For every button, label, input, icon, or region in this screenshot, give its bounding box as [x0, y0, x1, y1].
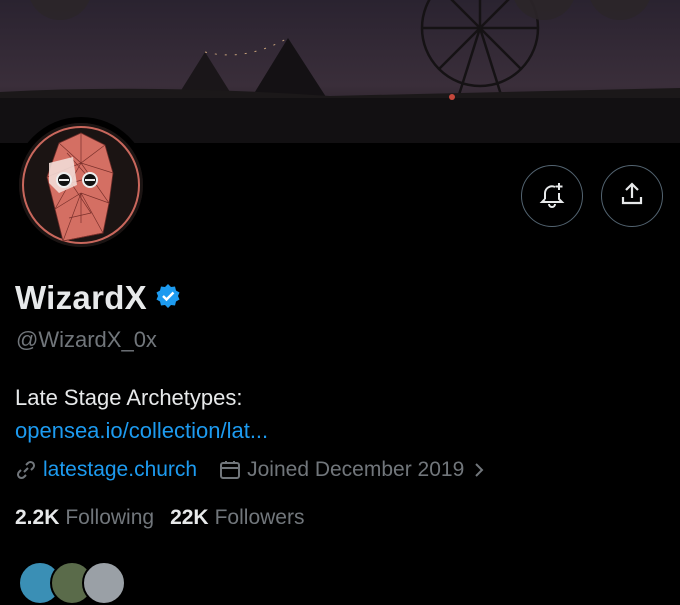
bio-link[interactable]: opensea.io/collection/lat...: [15, 414, 268, 447]
link-icon: [15, 459, 37, 481]
display-name: WizardX: [15, 279, 147, 316]
verified-badge-icon[interactable]: [155, 283, 181, 314]
bell-plus-icon: [538, 180, 566, 213]
name-row: WizardX: [15, 279, 181, 317]
followed-by-avatars[interactable]: [18, 561, 126, 605]
bio: Late Stage Archetypes: opensea.io/collec…: [15, 381, 268, 447]
follower-avatar: [82, 561, 126, 605]
avatar-image: [19, 123, 143, 247]
notify-button[interactable]: [521, 165, 583, 227]
followers-count: 22K: [170, 506, 209, 529]
joined-date: Joined December 2019: [247, 458, 465, 481]
share-button[interactable]: [601, 165, 663, 227]
user-handle: @WizardX_0x: [16, 327, 157, 352]
bio-text: Late Stage Archetypes:: [15, 385, 243, 410]
followers-stat[interactable]: 22K Followers: [170, 506, 304, 530]
chevron-right-icon[interactable]: [472, 461, 486, 479]
following-label: Following: [65, 506, 155, 529]
follow-stats: 2.2K Following 22K Followers: [15, 506, 320, 530]
following-count: 2.2K: [15, 506, 60, 529]
avatar[interactable]: [13, 117, 149, 253]
followers-label: Followers: [214, 506, 305, 529]
website-link[interactable]: latestage.church: [43, 458, 197, 482]
share-icon: [619, 181, 645, 212]
calendar-icon: [219, 459, 241, 481]
following-stat[interactable]: 2.2K Following: [15, 506, 154, 530]
profile-meta: latestage.church Joined December 2019: [15, 458, 486, 482]
